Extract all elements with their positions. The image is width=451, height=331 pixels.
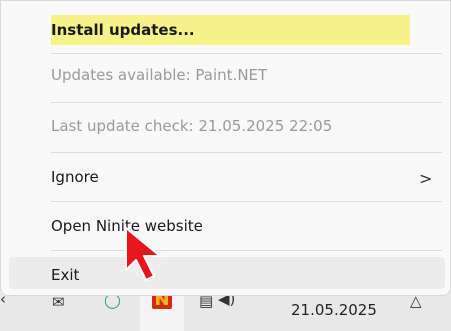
menu-separator (51, 201, 442, 202)
context-menu: Install updates... Updates available: Pa… (0, 0, 451, 296)
updates-available-item: Updates available: Paint.NET (51, 66, 268, 84)
ignore-item[interactable]: Ignore (51, 159, 99, 195)
mouse-cursor-icon (125, 227, 161, 281)
menu-separator (51, 152, 442, 153)
tray-date[interactable]: 21.05.2025 (291, 301, 377, 319)
last-update-check-item: Last update check: 21.05.2025 22:05 (51, 117, 333, 135)
menu-separator (51, 53, 442, 54)
chevron-right-icon: > (419, 169, 433, 188)
menu-separator (51, 250, 442, 251)
install-updates-item[interactable]: Install updates... (51, 12, 195, 48)
menu-separator (51, 102, 442, 103)
exit-item[interactable]: Exit (51, 257, 79, 293)
